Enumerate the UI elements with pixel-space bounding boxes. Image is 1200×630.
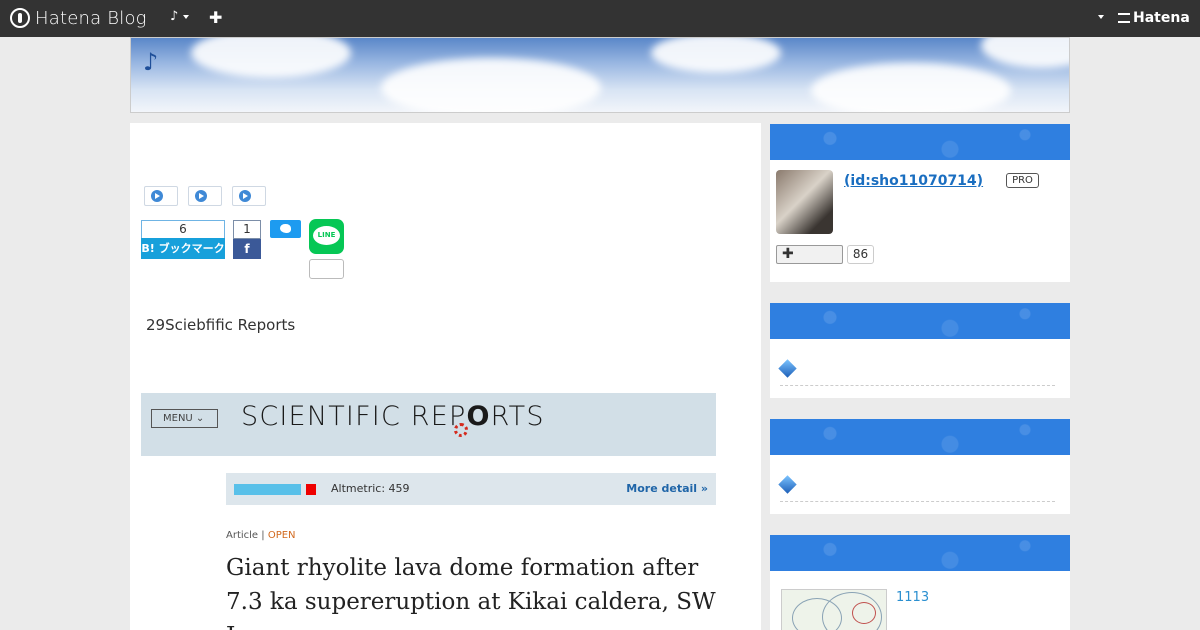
diamond-icon [778,475,797,494]
blog-title-link[interactable]: ♪ [143,48,158,76]
map-contour [852,602,876,624]
chevron-down-icon [183,14,190,19]
hatena-account-link[interactable]: Hatena [1118,10,1190,26]
facebook-share-button[interactable]: 1 f [233,220,261,259]
hatena-blog-logo-link[interactable]: Hatena Blog [10,7,147,29]
global-header: Hatena Blog ♪ ✚ Hatena [0,0,1200,37]
entry-thumbnail[interactable] [781,589,887,630]
sidebar-module-header [770,303,1070,339]
altmetric-bar-red [306,484,316,495]
sidebar-module-header [770,419,1070,455]
reader-count: 86 [847,245,874,264]
line-share-button[interactable]: LINE [309,219,344,254]
blog-menu-dropdown[interactable]: ♪ [170,9,190,24]
embedded-article-screenshot: MENU ⌄ SCIENTIFIC REPORTS Altmetric: 459… [141,393,716,630]
play-icon [151,190,163,202]
user-menu-chevron-icon[interactable] [1098,15,1104,19]
meta-separator: | [258,530,268,541]
facebook-share-count: 1 [233,220,261,239]
sidebar-profile-module: (id:sho11070714) PRO ✚ 86 [770,124,1070,282]
line-share-count [309,259,344,279]
play-icon [239,190,251,202]
altmetric-score: Altmetric: 459 [331,482,410,495]
journal-menu-button: MENU ⌄ [151,409,218,428]
hatena-logo-icon [10,8,30,28]
banner-cloud [651,38,781,73]
journal-menu-label: MENU [163,413,193,424]
sidebar-module [770,419,1070,514]
hatena-bookmark-label: B! ブックマーク [141,238,225,259]
sidebar-recent-entries: 1113 [770,535,1070,630]
recent-entry-link[interactable]: 1113 [896,590,929,605]
dashed-divider [780,501,1055,502]
banner-cloud [381,58,601,112]
hatena-bookmark-button[interactable]: 6 B! ブックマーク [141,220,225,259]
sidebar-module-header [770,124,1070,160]
diamond-icon [778,359,797,378]
sidebar-module [770,303,1070,398]
more-detail-link: More detail » [626,482,708,495]
subscribe-button[interactable]: ✚ [776,245,843,264]
main-article: 6 B! ブックマーク 1 f LINE 29Sciebfific Report… [130,123,761,630]
add-entry-button[interactable]: ✚ [209,8,222,27]
facebook-icon: f [233,239,261,259]
altmetric-bar-blue [234,484,301,495]
blog-header-banner: ♪ [130,37,1070,113]
pro-badge: PRO [1006,173,1039,188]
scientific-reports-logo: SCIENTIFIC REPORTS [241,401,545,432]
article-intro-text: 29Sciebfific Reports [146,316,296,334]
sidebar-module-header [770,535,1070,571]
category-button[interactable] [232,186,266,206]
article-type: Article [226,530,259,541]
hatena-wifi-icon [1118,13,1130,23]
music-note-icon: ♪ [170,9,179,24]
hatena-bookmark-count: 6 [141,220,225,238]
category-button[interactable] [188,186,222,206]
article-meta: Article | OPEN [226,530,296,541]
play-icon [195,190,207,202]
dashed-divider [780,385,1055,386]
banner-cloud [811,63,1011,112]
banner-cloud [191,38,351,78]
banner-cloud [981,38,1069,68]
gear-icon [454,423,468,437]
logo-text-bold: O [466,401,491,432]
journal-header: MENU ⌄ SCIENTIFIC REPORTS [141,393,716,456]
hatena-account-label: Hatena [1133,10,1190,26]
category-button[interactable] [144,186,178,206]
profile-id-link[interactable]: (id:sho11070714) [844,173,983,189]
embedded-article-title: Giant rhyolite lava dome formation after… [226,555,716,630]
avatar[interactable] [776,170,833,234]
line-icon: LINE [313,226,340,245]
open-access-label: OPEN [267,530,296,541]
altmetric-bar: Altmetric: 459 More detail » [226,473,716,505]
twitter-share-button[interactable] [270,220,301,238]
logo-text-left: SCIENTIFIC REP [241,401,467,432]
logo-text-right: RTS [490,401,545,432]
brand-text: Hatena Blog [35,7,147,29]
